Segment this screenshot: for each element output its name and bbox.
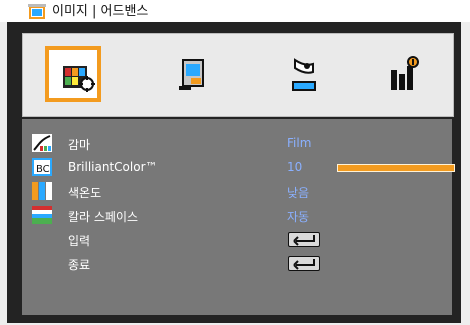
menu-label-exit: 종료 xyxy=(68,258,91,272)
menu-value-gamma: Film xyxy=(287,136,312,150)
menu-row-color-temperature[interactable]: 색온도 낮음 xyxy=(22,180,452,202)
gamma-curve-icon xyxy=(32,134,52,152)
tab-bar xyxy=(22,33,454,117)
menu-value-brilliantcolor: 10 xyxy=(287,160,303,174)
menu-value-color-space: 자동 xyxy=(287,210,310,224)
tab-options[interactable] xyxy=(375,46,431,102)
menu-label-input: 입력 xyxy=(68,234,91,248)
setup-icon xyxy=(292,58,316,91)
menu-label-color-temperature: 색온도 xyxy=(68,186,102,200)
enter-icon xyxy=(293,259,315,270)
svg-text:BC: BC xyxy=(36,164,50,175)
menu-row-color-space[interactable]: 칼라 스페이스 자동 xyxy=(22,204,452,226)
tab-display[interactable] xyxy=(165,46,221,102)
folder-image-icon xyxy=(28,4,46,20)
brilliantcolor-icon: BC xyxy=(32,158,52,176)
brilliantcolor-slider[interactable] xyxy=(337,164,455,172)
menu-row-gamma[interactable]: 감마 Film xyxy=(22,132,452,154)
menu-label-color-space: 칼라 스페이스 xyxy=(68,210,139,224)
menu-row-brilliantcolor[interactable]: BC BrilliantColor™ 10 xyxy=(22,156,455,178)
color-space-icon xyxy=(32,206,52,224)
enter-button-exit[interactable] xyxy=(288,256,320,271)
menu-row-input[interactable]: 입력 xyxy=(22,228,452,250)
display-settings-icon xyxy=(179,59,204,90)
menu-label-brilliantcolor: BrilliantColor™ xyxy=(68,160,158,174)
tab-image[interactable] xyxy=(45,46,101,102)
osd-screen: 이미지 | 어드밴스 감마 Film BC BrilliantColor™ 10… xyxy=(0,0,470,325)
window-title: 이미지 | 어드밴스 xyxy=(52,4,149,19)
picture-settings-icon xyxy=(63,66,95,92)
enter-icon xyxy=(293,235,315,246)
osd-panel: 감마 Film BC BrilliantColor™ 10 색온도 낮음 칼라 … xyxy=(7,22,461,323)
tab-setup[interactable] xyxy=(275,46,331,102)
menu-value-color-temperature: 낮음 xyxy=(287,186,310,200)
menu-list: 감마 Film BC BrilliantColor™ 10 색온도 낮음 칼라 … xyxy=(22,119,455,315)
title-bar: 이미지 | 어드밴스 xyxy=(0,0,470,22)
menu-label-gamma: 감마 xyxy=(68,138,91,152)
color-temperature-icon xyxy=(32,182,52,200)
enter-button-input[interactable] xyxy=(288,232,320,247)
menu-row-exit[interactable]: 종료 xyxy=(22,252,452,274)
options-icon xyxy=(391,56,419,90)
